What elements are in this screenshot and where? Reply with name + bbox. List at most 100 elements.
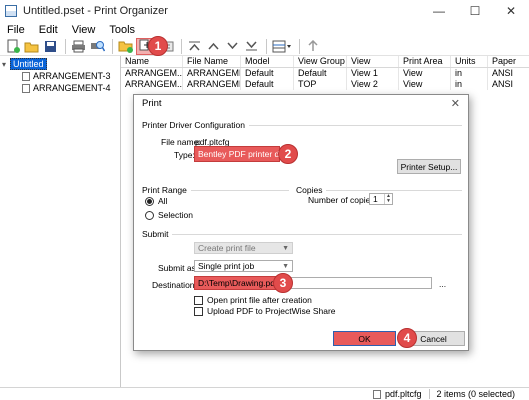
menu-edit[interactable]: Edit xyxy=(32,24,65,36)
toolbar xyxy=(0,37,529,56)
document-icon xyxy=(22,71,30,81)
print-dialog: Print ✕ Printer Driver Configuration Fil… xyxy=(133,94,469,351)
document-icon xyxy=(22,83,30,93)
column-header[interactable]: Name xyxy=(121,56,183,67)
menu-view[interactable]: View xyxy=(65,24,103,36)
create-print-file-value: Create print file xyxy=(198,243,256,253)
copies-label: Number of copies: xyxy=(308,195,377,205)
status-file: pdf.pltcfg xyxy=(372,389,431,399)
table-cell: ARRANGEM... xyxy=(121,79,183,90)
tree-item-label: ARRANGEMENT-3 xyxy=(33,71,111,81)
column-header[interactable]: View xyxy=(347,56,399,67)
document-icon xyxy=(372,389,381,399)
upload-checkbox[interactable]: Upload PDF to ProjectWise Share xyxy=(194,306,336,316)
copies-value: 1 xyxy=(373,194,378,204)
ok-button[interactable]: OK xyxy=(333,331,396,346)
table-cell: View 1 xyxy=(347,68,399,79)
tree-item-label: ARRANGEMENT-4 xyxy=(33,83,111,93)
window-title: Untitled.pset - Print Organizer xyxy=(23,5,168,17)
menu-file[interactable]: File xyxy=(0,24,32,36)
upload-label: Upload PDF to ProjectWise Share xyxy=(207,306,336,316)
properties-icon[interactable] xyxy=(304,38,321,55)
status-item-count: 2 items (0 selected) xyxy=(436,389,515,399)
print-preview-icon[interactable] xyxy=(89,38,106,55)
maximize-button[interactable]: ☐ xyxy=(457,0,493,22)
destination-field[interactable]: D:\Temp\Drawing.pdf xyxy=(194,276,277,290)
browse-button[interactable]: ... xyxy=(439,279,446,289)
printer-setup-button[interactable]: Printer Setup... xyxy=(397,159,461,174)
callout-1: 1 xyxy=(148,36,168,56)
create-print-file-select: Create print file ▼ xyxy=(194,242,293,254)
table-cell: ARRANGEME... xyxy=(183,68,241,79)
submit-as-select[interactable]: Single print job ▼ xyxy=(194,260,293,272)
menu-tools[interactable]: Tools xyxy=(102,24,142,36)
submit-as-value: Single print job xyxy=(198,261,255,271)
submit-section-label: Submit xyxy=(142,229,173,239)
spin-arrows-icon[interactable]: ▲ ▼ xyxy=(384,194,392,204)
radio-selection-label: Selection xyxy=(158,210,193,220)
column-header[interactable]: Paper xyxy=(488,56,529,67)
table-row[interactable]: ARRANGEM... ARRANGEME... Default TOP Vie… xyxy=(121,79,529,90)
print-icon[interactable] xyxy=(70,38,87,55)
table-cell: Default xyxy=(241,68,294,79)
table-cell: in xyxy=(451,79,488,90)
copies-section-label: Copies xyxy=(296,185,327,195)
table-cell: ANSI xyxy=(492,79,514,89)
tree-root[interactable]: ▾ Untitled xyxy=(0,58,120,70)
tree-item[interactable]: ARRANGEMENT-4 xyxy=(0,82,120,94)
table-cell: in xyxy=(451,68,488,79)
open-folder-icon[interactable] xyxy=(23,38,40,55)
status-file-name: pdf.pltcfg xyxy=(384,389,422,399)
open-after-label: Open print file after creation xyxy=(207,295,312,305)
collapse-icon[interactable]: ▾ xyxy=(2,60,10,69)
table-cell: ANSI xyxy=(492,68,514,78)
dialog-title: Print xyxy=(142,98,162,109)
move-up-icon[interactable] xyxy=(205,38,222,55)
table-cell: ARRANGEM... xyxy=(121,68,183,79)
open-after-checkbox[interactable]: Open print file after creation xyxy=(194,295,312,305)
grid-header: Name File Name Model View Group View Pri… xyxy=(121,56,529,68)
type-label: Type: xyxy=(174,150,195,160)
chevron-down-icon: ▼ xyxy=(282,245,289,252)
tree-pane: ▾ Untitled ARRANGEMENT-3 ARRANGEMENT-4 xyxy=(0,56,121,387)
callout-2: 2 xyxy=(278,144,298,164)
table-cell: Default xyxy=(294,68,347,79)
column-header[interactable]: View Group xyxy=(294,56,347,67)
table-cell: TOP xyxy=(294,79,347,90)
app-icon xyxy=(5,5,17,17)
column-header[interactable]: Model xyxy=(241,56,294,67)
new-file-icon[interactable] xyxy=(4,38,21,55)
move-down-icon[interactable] xyxy=(224,38,241,55)
column-header[interactable]: Units xyxy=(451,56,488,67)
radio-all-label: All xyxy=(158,196,168,206)
radio-selection[interactable]: Selection xyxy=(145,210,193,220)
tree-root-label: Untitled xyxy=(10,58,47,70)
chevron-down-icon[interactable]: ▼ xyxy=(282,261,289,272)
close-window-button[interactable]: ✕ xyxy=(493,0,529,22)
destination-label: Destination: xyxy=(152,280,197,290)
table-cell: ARRANGEME... xyxy=(183,79,241,90)
callout-4: 4 xyxy=(397,328,417,348)
radio-all[interactable]: All xyxy=(145,196,167,206)
add-folder-icon[interactable] xyxy=(117,38,134,55)
table-row[interactable]: ARRANGEM... ARRANGEME... Default Default… xyxy=(121,68,529,79)
dialog-close-icon[interactable]: ✕ xyxy=(451,97,460,110)
range-section-label: Print Range xyxy=(142,185,191,195)
copies-stepper[interactable]: 1 ▲ ▼ xyxy=(369,193,393,205)
column-header[interactable]: File Name xyxy=(183,56,241,67)
title-bar: Untitled.pset - Print Organizer — ☐ ✕ xyxy=(0,0,529,22)
table-cell: View 2 xyxy=(347,79,399,90)
column-header[interactable]: Print Area xyxy=(399,56,451,67)
submit-as-label: Submit as: xyxy=(158,263,199,273)
table-cell: Default xyxy=(241,79,294,90)
tree-item[interactable]: ARRANGEMENT-3 xyxy=(0,70,120,82)
save-icon[interactable] xyxy=(42,38,59,55)
move-bottom-icon[interactable] xyxy=(243,38,260,55)
type-value: Bentley PDF printer driver xyxy=(194,146,296,162)
status-bar: pdf.pltcfg 2 items (0 selected) xyxy=(0,387,529,400)
callout-3: 3 xyxy=(273,273,293,293)
columns-icon[interactable] xyxy=(271,38,293,55)
move-top-icon[interactable] xyxy=(186,38,203,55)
minimize-button[interactable]: — xyxy=(421,0,457,22)
destination-field-box xyxy=(274,277,432,289)
